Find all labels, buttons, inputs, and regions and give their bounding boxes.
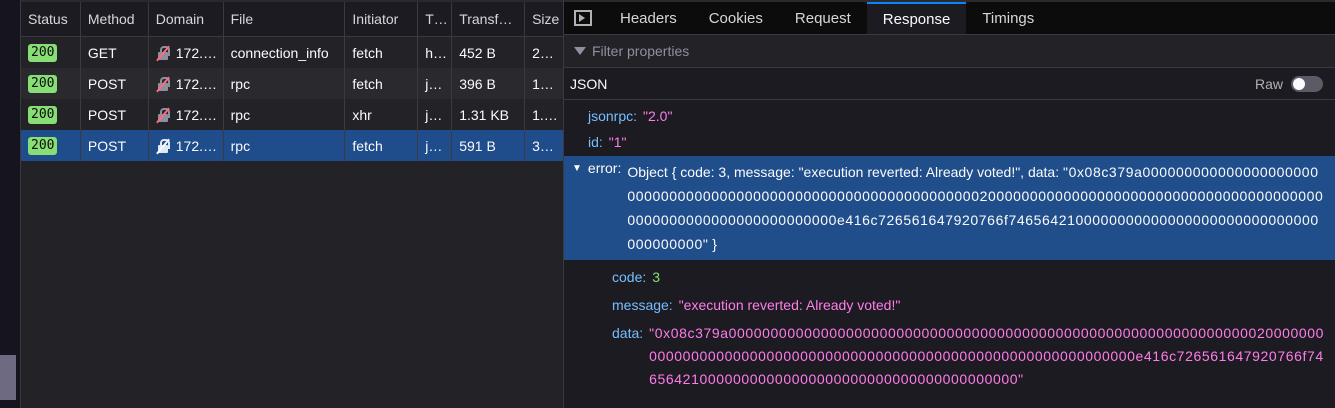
json-key: error: bbox=[587, 160, 622, 176]
status-badge: 200 bbox=[28, 105, 58, 124]
domain-text: 172.… bbox=[175, 44, 218, 61]
tab-cookies[interactable]: Cookies bbox=[693, 2, 779, 34]
status-badge: 200 bbox=[28, 74, 58, 93]
json-value: "2.0" bbox=[643, 108, 673, 124]
json-value: 3 bbox=[652, 269, 661, 285]
json-key: jsonrpc: bbox=[588, 108, 638, 124]
size-cell: 3… bbox=[532, 137, 554, 154]
column-header-domain[interactable]: Domain bbox=[149, 2, 224, 36]
size-cell: 1… bbox=[532, 75, 554, 92]
status-cell: 200 bbox=[21, 99, 81, 130]
network-request-list: Status Method Domain File Initiator T… T… bbox=[20, 0, 563, 408]
type-cell: j… bbox=[418, 68, 453, 99]
tab-request[interactable]: Request bbox=[779, 2, 867, 34]
domain-cell: 172.… bbox=[149, 99, 224, 130]
insecure-lock-icon bbox=[155, 76, 170, 92]
status-cell: 200 bbox=[21, 130, 81, 161]
transferred-cell: 1.31 KB bbox=[452, 99, 526, 130]
size-cell: 2… bbox=[532, 44, 554, 61]
json-row-error[interactable]: ▼ error: Object { code: 3, message: "exe… bbox=[564, 156, 1335, 260]
json-row-message[interactable]: message: "execution reverted: Already vot… bbox=[564, 290, 1335, 320]
method-cell: GET bbox=[81, 37, 149, 68]
json-section-header: JSON Raw bbox=[564, 68, 1335, 100]
json-row-code[interactable]: code: 3 bbox=[564, 264, 1335, 290]
column-header-method[interactable]: Method bbox=[81, 2, 149, 36]
table-row[interactable]: 200 GET 172.… connection_info fetch h… 4… bbox=[21, 37, 563, 68]
type-cell: h… bbox=[418, 37, 453, 68]
status-badge: 200 bbox=[28, 136, 58, 155]
file-cell: rpc bbox=[224, 99, 346, 130]
json-row-id[interactable]: id: "1" bbox=[564, 129, 1335, 155]
json-key: code: bbox=[612, 269, 647, 285]
file-cell: rpc bbox=[224, 130, 346, 161]
insecure-lock-icon bbox=[155, 45, 170, 61]
insecure-lock-icon bbox=[155, 138, 170, 154]
filter-properties-input[interactable]: Filter properties bbox=[564, 35, 1335, 68]
json-key: id: bbox=[588, 134, 603, 150]
table-header: Status Method Domain File Initiator T… T… bbox=[21, 0, 563, 37]
domain-cell: 172.… bbox=[149, 68, 224, 99]
column-header-type[interactable]: T… bbox=[418, 2, 453, 36]
file-cell: connection_info bbox=[224, 37, 346, 68]
tab-response[interactable]: Response bbox=[866, 2, 967, 34]
json-key: message: bbox=[612, 297, 673, 313]
json-label: JSON bbox=[570, 75, 608, 92]
column-header-size[interactable]: Size bbox=[525, 2, 563, 36]
table-row[interactable]: 200 POST 172.… rpc fetch j… 396 B 1… bbox=[21, 68, 563, 99]
initiator-cell: fetch bbox=[345, 130, 419, 161]
json-value: "0x08c379a000000000000000000000000000000… bbox=[649, 325, 1325, 387]
column-header-transferred[interactable]: Transf… bbox=[452, 2, 526, 36]
column-header-initiator[interactable]: Initiator bbox=[345, 2, 419, 36]
domain-cell: 172.… bbox=[149, 130, 224, 161]
raw-label: Raw bbox=[1254, 75, 1283, 92]
initiator-cell: xhr bbox=[345, 99, 419, 130]
transferred-cell: 452 B bbox=[452, 37, 526, 68]
background-element bbox=[0, 355, 16, 400]
transferred-cell: 591 B bbox=[452, 130, 526, 161]
initiator-cell: fetch bbox=[345, 68, 419, 99]
json-value: "execution reverted: Already voted!" bbox=[678, 297, 901, 313]
background-window-strip bbox=[0, 0, 20, 408]
filter-icon bbox=[574, 47, 586, 55]
details-tabs: Headers Cookies Request Response Timings bbox=[564, 0, 1335, 35]
json-key: data: bbox=[612, 325, 644, 341]
filter-placeholder: Filter properties bbox=[592, 43, 690, 59]
status-badge: 200 bbox=[28, 43, 58, 62]
method-cell: POST bbox=[81, 99, 149, 130]
type-cell: j… bbox=[418, 99, 453, 130]
request-details-panel: Headers Cookies Request Response Timings… bbox=[563, 0, 1335, 408]
json-row-data[interactable]: data: "0x08c379a0000000000000000000000000… bbox=[564, 322, 1335, 391]
raw-toggle[interactable] bbox=[1291, 75, 1323, 92]
status-cell: 200 bbox=[21, 37, 81, 68]
domain-text: 172.… bbox=[175, 137, 218, 154]
initiator-cell: fetch bbox=[345, 37, 419, 68]
domain-text: 172.… bbox=[175, 106, 218, 123]
method-cell: POST bbox=[81, 130, 149, 161]
size-cell: 1.… bbox=[532, 106, 558, 123]
table-row[interactable]: 200 POST 172.… rpc fetch j… 591 B 3… bbox=[21, 130, 563, 161]
column-header-status[interactable]: Status bbox=[21, 2, 81, 36]
type-cell: j… bbox=[418, 130, 453, 161]
method-cell: POST bbox=[81, 68, 149, 99]
transferred-cell: 396 B bbox=[452, 68, 526, 99]
tab-timings[interactable]: Timings bbox=[966, 2, 1050, 34]
expand-triangle-icon[interactable]: ▼ bbox=[572, 163, 582, 256]
error-summary: Object { code: 3, message: "execution re… bbox=[627, 160, 1325, 256]
domain-text: 172.… bbox=[175, 75, 218, 92]
toggle-sidebar-icon[interactable] bbox=[574, 10, 592, 26]
domain-cell: 172.… bbox=[149, 37, 224, 68]
json-value: "1" bbox=[608, 134, 627, 150]
table-row[interactable]: 200 POST 172.… rpc xhr j… 1.31 KB 1.… bbox=[21, 99, 563, 130]
file-cell: rpc bbox=[224, 68, 346, 99]
tab-headers[interactable]: Headers bbox=[604, 2, 693, 34]
column-header-file[interactable]: File bbox=[224, 2, 346, 36]
status-cell: 200 bbox=[21, 68, 81, 99]
json-row-jsonrpc[interactable]: jsonrpc: "2.0" bbox=[564, 103, 1335, 129]
error-summary-end: } bbox=[708, 236, 717, 252]
error-summary-text: Object { code: 3, message: "execution re… bbox=[627, 164, 1063, 180]
insecure-lock-icon bbox=[155, 107, 170, 123]
